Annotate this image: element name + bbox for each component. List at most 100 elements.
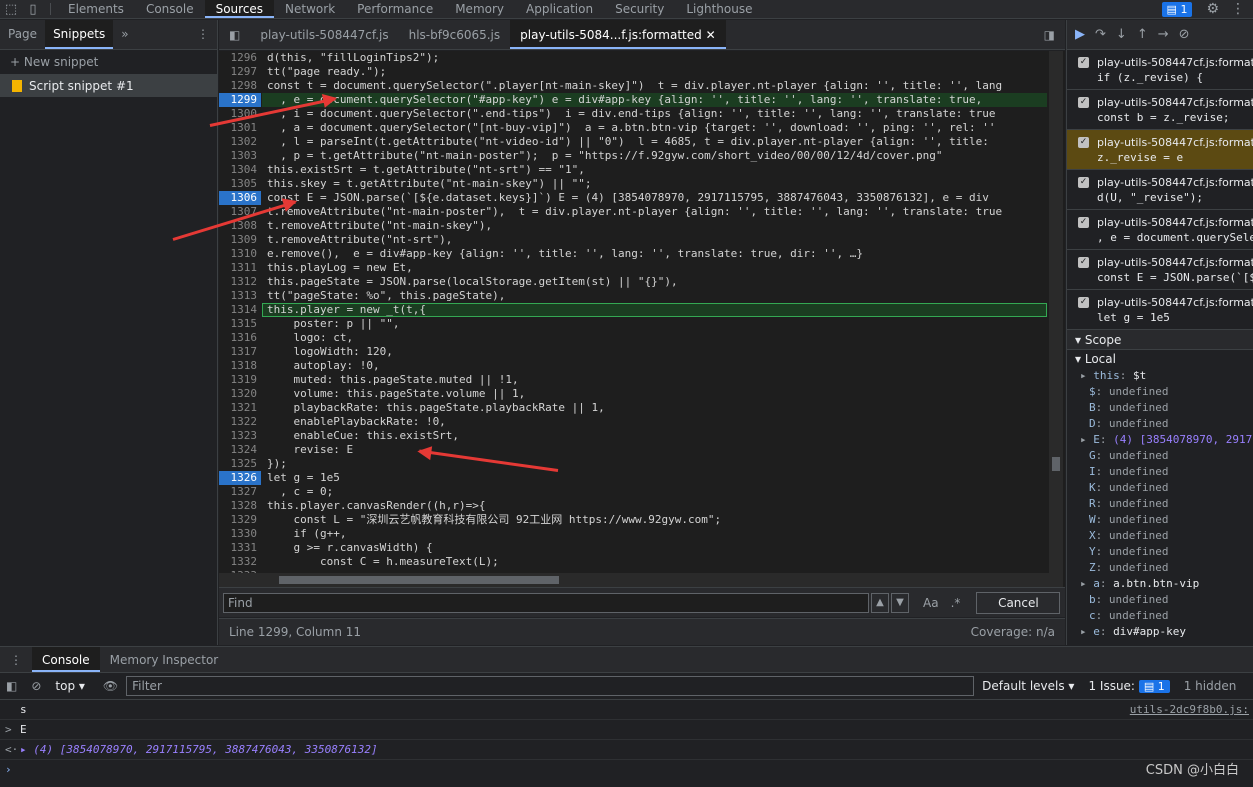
editor-tab-formatted[interactable]: play-utils-5084...f.js:formatted ✕ [510,20,726,49]
code-line[interactable]: g >= r.canvasWidth) { [267,541,1047,555]
code-line[interactable]: logo: ct, [267,331,1047,345]
line-number[interactable]: 1317 [219,345,261,359]
breakpoint-checkbox[interactable]: ✓ [1078,217,1089,228]
breakpoint-checkbox[interactable]: ✓ [1078,177,1089,188]
line-number[interactable]: 1329 [219,513,261,527]
tab-snippets[interactable]: Snippets [45,20,114,49]
step-out-icon[interactable]: ↑ [1137,27,1148,42]
code-line[interactable]: poster: p || "", [267,317,1047,331]
tab-lighthouse[interactable]: Lighthouse [675,0,763,18]
scope-variable[interactable]: X: undefined [1067,528,1253,544]
code-line[interactable]: if (g++, [267,527,1047,541]
code-line[interactable]: logoWidth: 120, [267,345,1047,359]
regex-button[interactable]: .* [951,596,961,610]
code-line[interactable]: d(this, "fillLoginTips2"); [267,51,1047,65]
line-number[interactable]: 1332 [219,555,261,569]
line-number[interactable]: 1303 [219,149,261,163]
scope-variable[interactable]: W: undefined [1067,512,1253,528]
line-number[interactable]: 1298 [219,79,261,93]
context-selector[interactable]: top ▾ [55,679,85,693]
code-line[interactable]: enableCue: this.existSrt, [267,429,1047,443]
code-line[interactable]: playbackRate: this.pageState.playbackRat… [267,401,1047,415]
breakpoint-line-number[interactable]: 1306 [219,191,261,205]
toggle-navigator-icon[interactable]: ◧ [219,20,250,49]
cursor-position[interactable]: Line 1299, Column 11 [229,625,361,639]
console-filter-input[interactable]: Filter [126,676,975,696]
scope-header[interactable]: ▾ Scope [1067,330,1253,350]
code-line[interactable]: volume: this.pageState.volume || 1, [267,387,1047,401]
line-number[interactable]: 1319 [219,373,261,387]
issues-button[interactable]: 1 Issue: ▤ 1 [1088,679,1170,694]
line-number[interactable]: 1311 [219,261,261,275]
expand-arrow-icon[interactable]: ▸ [1080,577,1093,590]
more-tabs-icon[interactable]: » [113,20,136,49]
code-line[interactable]: this.player = new _t(t,{ [267,303,1047,317]
code-line[interactable]: const E = JSON.parse(`[${e.dataset.keys}… [267,191,1047,205]
scope-variable[interactable]: ▸ a: a.btn.btn-vip [1067,576,1253,592]
scope-variable[interactable]: ▸ E: (4) [3854078970, 29171 [1067,432,1253,448]
breakpoint-checkbox[interactable]: ✓ [1078,257,1089,268]
clear-console-icon[interactable]: ⊘ [31,679,41,693]
code-line[interactable]: const L = "深圳云艺帆教育科技有限公司 92工业网 https://w… [267,513,1047,527]
step-over-icon[interactable]: ↷ [1095,27,1106,42]
code-line[interactable]: }); [267,457,1047,471]
line-number[interactable]: 1325 [219,457,261,471]
more-options-icon[interactable]: ⋮ [1231,1,1245,17]
breakpoint-line-number[interactable]: 1299 [219,93,261,107]
match-case-button[interactable]: Aa [923,596,939,610]
tab-performance[interactable]: Performance [346,0,444,18]
code-line[interactable]: this.existSrt = t.getAttribute("nt-srt")… [267,163,1047,177]
tab-console[interactable]: Console [135,0,205,18]
line-number[interactable]: 1320 [219,387,261,401]
close-tab-icon[interactable]: ✕ [706,28,716,42]
line-number[interactable]: 1324 [219,443,261,457]
scope-variable[interactable]: ▸ e: div#app-key [1067,624,1253,640]
scrollbar-thumb[interactable] [1052,457,1060,471]
tab-memory[interactable]: Memory [444,0,515,18]
code-line[interactable]: const C = h.measureText(L); [267,555,1047,569]
breakpoint-item[interactable]: ✓ play-utils-508447cf.js:formatt... z._rev… [1067,130,1253,170]
line-number[interactable]: 1313 [219,289,261,303]
scope-variable[interactable]: c: undefined [1067,608,1253,624]
tab-application[interactable]: Application [515,0,604,18]
code-line[interactable]: this.playLog = new Et, [267,261,1047,275]
device-toolbar-icon[interactable]: ▯ [22,0,44,18]
code-line[interactable]: , e = document.querySelector("#app-key")… [267,93,1047,107]
code-line[interactable]: let g = 1e5 [267,471,1047,485]
inspect-element-icon[interactable]: ⬚ [0,0,22,18]
scope-variable[interactable]: R: undefined [1067,496,1253,512]
line-number[interactable]: 1309 [219,233,261,247]
expand-arrow-icon[interactable]: ▸ [1080,625,1093,638]
editor-tab-hls[interactable]: hls-bf9c6065.js [399,20,511,49]
code-line[interactable]: , l = parseInt(t.getAttribute("nt-video-… [267,135,1047,149]
line-number[interactable]: 1318 [219,359,261,373]
code-line[interactable]: , i = document.querySelector(".end-tips"… [267,107,1047,121]
code-line[interactable]: this.player.canvasRender((h,r)=>{ [267,499,1047,513]
resume-icon[interactable]: ▶ [1075,27,1085,42]
scope-variable[interactable]: K: undefined [1067,480,1253,496]
find-input[interactable]: Find [223,592,869,613]
line-number[interactable]: 1310 [219,247,261,261]
scope-variable[interactable]: b: undefined [1067,592,1253,608]
navigator-menu-icon[interactable]: ⋮ [189,20,217,49]
drawer-tab-memory-inspector[interactable]: Memory Inspector [100,647,229,672]
console-prompt[interactable]: › [0,760,1253,780]
line-number[interactable]: 1330 [219,527,261,541]
scope-variable[interactable]: G: undefined [1067,448,1253,464]
breakpoint-item[interactable]: ✓ play-utils-508447cf.js:formatt... const … [1067,250,1253,290]
find-previous-button[interactable]: ▲ [871,592,889,613]
code-line[interactable]: autoplay: !0, [267,359,1047,373]
sidebar-toggle-icon[interactable]: ◧ [6,679,17,693]
code-line[interactable]: this.skey = t.getAttribute("nt-main-skey… [267,177,1047,191]
tab-sources[interactable]: Sources [204,0,275,18]
line-number[interactable]: 1331 [219,541,261,555]
expand-arrow-icon[interactable]: ▸ [1080,433,1093,446]
code-line[interactable]: muted: this.pageState.muted || !1, [267,373,1047,387]
issues-badge[interactable]: ▤ 1 [1161,1,1193,17]
line-number[interactable]: 1322 [219,415,261,429]
line-number[interactable]: 1296 [219,51,261,65]
tab-network[interactable]: Network [274,0,346,18]
breakpoint-checkbox[interactable]: ✓ [1078,97,1089,108]
line-number[interactable]: 1315 [219,317,261,331]
settings-gear-icon[interactable]: ⚙ [1206,1,1219,17]
